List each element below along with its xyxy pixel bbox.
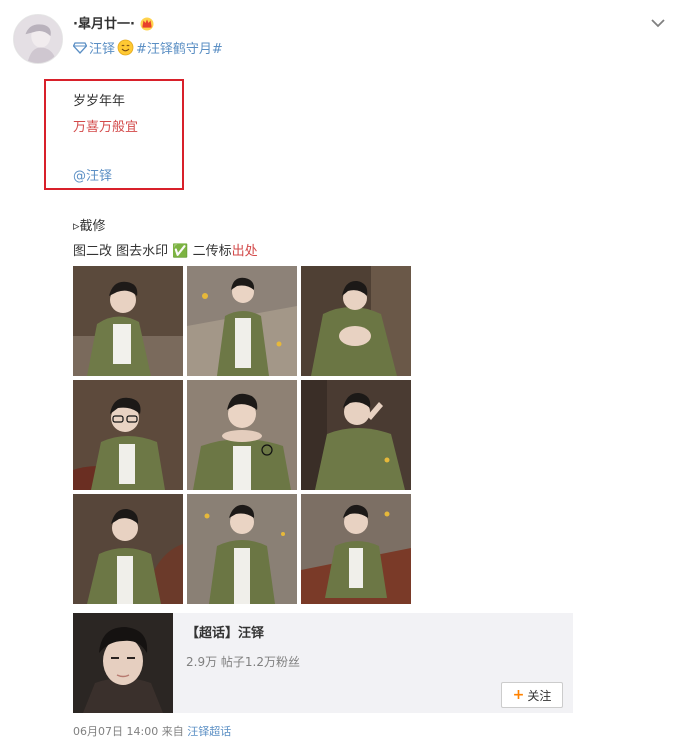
card-body: 【超话】汪铎 2.9万 帖子1.2万粉丝 + 关注: [173, 613, 573, 713]
photo-8[interactable]: [187, 494, 297, 604]
text-line-2: 万喜万般宜: [73, 120, 139, 135]
post-source[interactable]: 汪铎超话: [187, 725, 231, 738]
text-line-4: ▹截修: [73, 219, 106, 234]
crown-icon[interactable]: [139, 15, 155, 31]
diamond-icon: [73, 41, 87, 54]
photo-5[interactable]: [187, 380, 297, 490]
source-link[interactable]: 出处: [232, 244, 258, 259]
photo-9[interactable]: [301, 494, 411, 604]
avatar[interactable]: [13, 14, 63, 64]
card-thumbnail: [73, 613, 173, 713]
photo-grid: [73, 266, 411, 604]
smile-icon: [117, 39, 134, 56]
mention-link[interactable]: @汪铎: [73, 165, 112, 184]
from-label: 来自: [161, 725, 184, 738]
photo-6[interactable]: [301, 380, 411, 490]
super-topic-card[interactable]: 【超话】汪铎 2.9万 帖子1.2万粉丝 + 关注: [73, 613, 573, 713]
card-stats: 2.9万 帖子1.2万粉丝: [186, 655, 300, 669]
text-line-5-text: 图二改 图去水印 ✅ 二传标: [73, 244, 232, 259]
post-footer: 06月07日 14:00 来自 汪铎超话: [73, 723, 231, 739]
person-tag-link[interactable]: 汪铎: [89, 38, 115, 57]
photo-4[interactable]: [73, 380, 183, 490]
photo-7[interactable]: [73, 494, 183, 604]
post-date[interactable]: 06月07日 14:00: [73, 725, 158, 738]
card-title[interactable]: 【超话】汪铎: [186, 622, 573, 641]
photo-3[interactable]: [301, 266, 411, 376]
follow-label: 关注: [527, 688, 552, 703]
tags-row: 汪铎 #汪铎鹤守月#: [73, 38, 223, 57]
plus-icon: +: [512, 687, 525, 703]
text-line-1: 岁岁年年: [73, 94, 126, 109]
username-row: ·皐月廿一·: [73, 13, 155, 32]
text-line-5: 图二改 图去水印 ✅ 二传标出处: [73, 240, 258, 259]
photo-1[interactable]: [73, 266, 183, 376]
username[interactable]: ·皐月廿一·: [73, 13, 135, 32]
follow-button[interactable]: + 关注: [501, 682, 563, 708]
topic-tag-link[interactable]: #汪铎鹤守月#: [136, 38, 223, 57]
chevron-down-icon[interactable]: [649, 14, 667, 32]
photo-2[interactable]: [187, 266, 297, 376]
